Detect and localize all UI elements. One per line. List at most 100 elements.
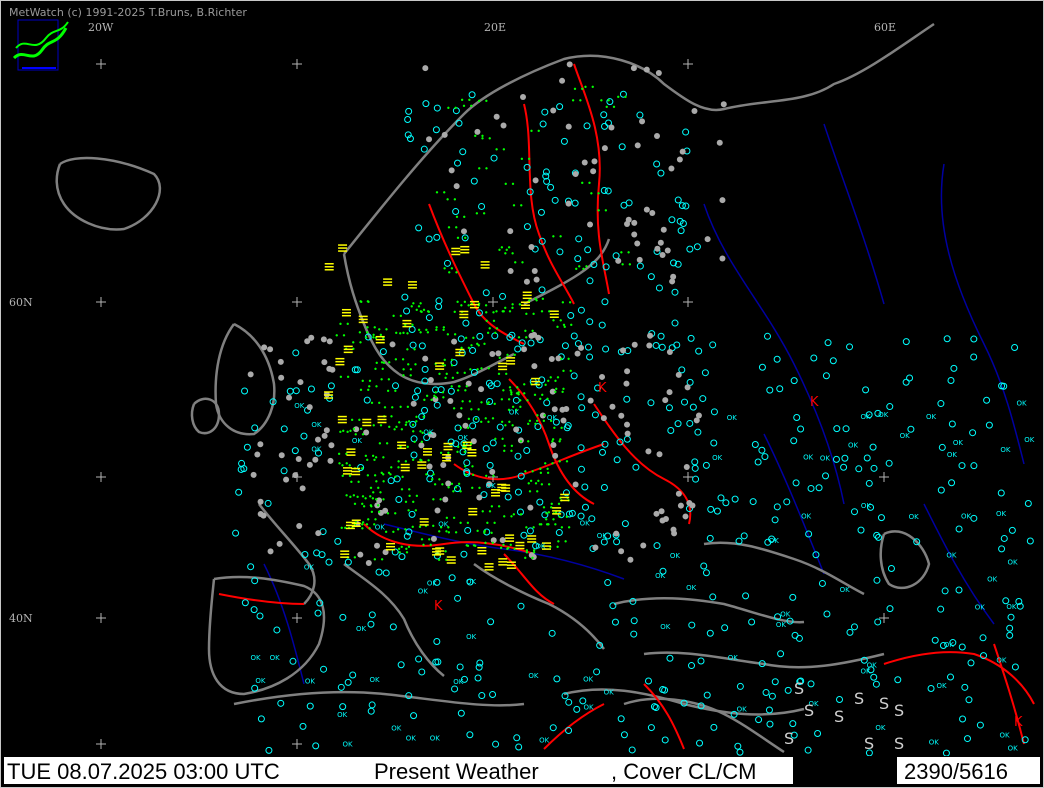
station-rain-marker: • • (477, 97, 489, 106)
station-clear-marker (927, 684, 935, 692)
station-clear-marker (958, 462, 966, 470)
station-clear-marker (395, 496, 403, 504)
station-overcast-marker (507, 228, 514, 235)
station-clear-marker (556, 248, 564, 256)
station-rain-marker: • • (338, 373, 350, 382)
station-overcast-marker (647, 332, 654, 339)
station-clear-marker (709, 593, 717, 601)
station-rain-marker: • • (583, 83, 595, 92)
station-fog-marker (451, 247, 461, 256)
station-clear-marker (955, 586, 963, 594)
station-ok-label: OK (423, 429, 434, 437)
station-ok-label: OK (999, 732, 1010, 740)
station-clear-marker (647, 399, 655, 407)
station-thunder-marker: K (598, 381, 607, 396)
station-overcast-marker (719, 255, 726, 262)
station-fog-marker (498, 558, 508, 566)
station-clear-marker (942, 749, 950, 756)
station-clear-marker (674, 420, 682, 428)
station-clear-marker (773, 503, 781, 511)
station-overcast-marker (520, 94, 527, 101)
station-ok-label: OK (926, 413, 937, 421)
station-ok-label: OK (466, 633, 477, 641)
station-ok-label: OK (878, 411, 889, 419)
station-overcast-marker (326, 365, 333, 372)
station-ok-label: OK (391, 724, 402, 732)
station-clear-marker (836, 696, 844, 704)
station-clear-marker (773, 355, 781, 363)
station-rain-marker: • • (519, 155, 531, 164)
station-clear-marker (280, 467, 288, 475)
station-dust-marker: S (879, 694, 889, 713)
station-rain-marker: • • (548, 543, 560, 552)
station-clear-marker (489, 690, 497, 698)
station-overcast-marker (572, 481, 579, 488)
station-clear-marker (810, 354, 818, 362)
station-rain-marker: • • (449, 382, 461, 391)
station-rain-marker: • • (435, 188, 447, 197)
station-overcast-marker (627, 556, 634, 563)
station-rain-marker: • • (517, 333, 529, 342)
station-rain-marker: • • (351, 425, 363, 434)
station-clear-marker (783, 498, 791, 506)
station-fog-marker (498, 362, 508, 371)
station-ok-label: OK (929, 738, 940, 746)
station-overcast-marker (634, 142, 641, 149)
station-overcast-marker (528, 243, 535, 250)
station-rain-marker: • • (463, 463, 475, 472)
station-clear-marker (700, 562, 708, 570)
station-clear-marker (699, 395, 707, 403)
station-clear-marker (636, 111, 644, 119)
station-rain-marker: • • (552, 424, 564, 433)
station-rain-marker: • • (475, 527, 487, 536)
station-overcast-marker (599, 373, 606, 380)
station-clear-marker (630, 630, 638, 638)
station-rain-marker: • • (393, 355, 405, 364)
station-rain-marker: • • (562, 321, 574, 330)
station-clear-marker (870, 673, 878, 681)
station-clear-marker (611, 618, 619, 626)
station-rain-marker: • • (373, 365, 385, 374)
station-clear-marker (397, 661, 405, 669)
station-clear-marker (581, 503, 589, 511)
station-clear-marker (717, 494, 725, 502)
station-clear-marker (628, 746, 636, 754)
station-dust-marker: S (804, 701, 814, 720)
station-clear-marker (824, 339, 832, 347)
station-rain-marker: • • (447, 528, 459, 537)
station-clear-marker (644, 677, 652, 685)
station-clear-marker (632, 463, 640, 471)
station-clear-marker (433, 638, 441, 646)
station-overcast-marker (618, 548, 625, 555)
station-clear-marker (515, 743, 523, 751)
station-overcast-marker (620, 347, 627, 354)
station-overcast-marker (296, 522, 303, 529)
station-ok-label: OK (686, 584, 697, 592)
station-rain-marker: • • (383, 403, 395, 412)
station-clear-marker (815, 484, 823, 492)
station-clear-marker (777, 650, 785, 658)
station-clear-marker (547, 183, 555, 191)
station-clear-marker (486, 461, 494, 469)
station-rain-marker: • • (401, 365, 413, 374)
station-rain-marker: • • (500, 395, 512, 404)
station-overcast-marker (623, 380, 630, 387)
station-overcast-marker (624, 368, 631, 375)
station-clear-marker (657, 169, 665, 177)
station-ok-label: OK (803, 454, 814, 462)
weather-map[interactable]: • •• •• •• •• •• •• •• •• •• •• • • • • • •… (4, 4, 1040, 756)
station-rain-marker: • • (480, 508, 492, 517)
station-overcast-marker (600, 415, 607, 422)
station-overcast-marker (422, 65, 429, 72)
station-fog-marker (468, 507, 478, 516)
station-rain-marker: • • (596, 207, 608, 216)
station-clear-marker (850, 623, 858, 631)
station-clear-marker (432, 126, 440, 134)
station-rain-marker: • • (557, 457, 569, 466)
station-overcast-marker (659, 252, 666, 259)
station-clear-marker (334, 537, 342, 545)
station-ok-label: OK (712, 454, 723, 462)
station-overcast-marker (374, 542, 381, 549)
station-rain-marker: • • (358, 329, 370, 338)
station-overcast-marker (315, 436, 322, 443)
